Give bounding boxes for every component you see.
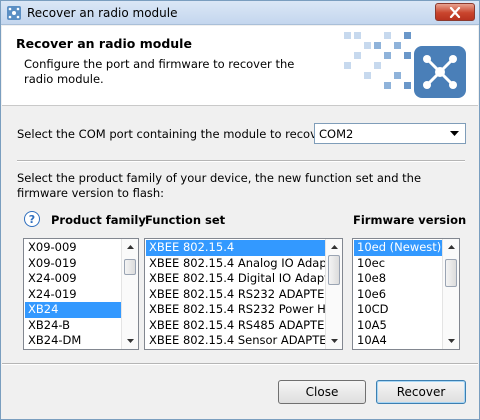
com-port-value: COM2 [319,127,354,141]
scroll-thumb[interactable] [124,259,136,275]
window-title: Recover an radio module [27,6,178,20]
close-icon [449,6,461,18]
function-set-header: Function set [145,213,226,227]
firmware-version-items: 10ed (Newest) 10ec 10e8 10e6 10CD 10A5 10A4 [354,240,442,349]
product-family-items: X09-009 X09-019 X24-009 X24-019 XB24 XB24-B XB… [25,240,121,349]
app-icon [7,6,21,20]
product-family-list[interactable]: X09-009 X09-019 X24-009 X24-019 XB24 XB24-B XB… [23,238,139,350]
radio-module-graphic [344,32,466,98]
list-item[interactable]: 10ec [354,256,442,272]
chevron-up-icon [126,245,134,249]
banner-title: Recover an radio module [16,36,192,51]
firmware-version-header: Firmware version [353,213,467,227]
chevron-up-icon [330,245,338,249]
scroll-thumb[interactable] [328,255,340,285]
list-item[interactable]: XBEE 802.15.4 [146,240,325,256]
separator [2,363,478,365]
product-family-header: Product family [51,213,146,227]
list-item[interactable]: XB24-B [25,318,121,334]
list-item[interactable]: XBEE 802.15.4 RS232 ADAPTER [146,287,332,303]
instructions-text: Select the product family of your device… [17,171,422,200]
separator [17,160,465,162]
com-port-select[interactable]: COM2 [314,123,466,144]
list-item[interactable]: 10ed (Newest) [354,240,442,256]
list-item[interactable]: X09-019 [25,256,121,272]
title-bar[interactable]: Recover an radio module [1,1,479,25]
list-item[interactable]: X24-009 [25,271,121,287]
scroll-down-button[interactable] [326,333,342,349]
scroll-down-button[interactable] [443,333,459,349]
recover-dialog: Recover an radio module Recover an radio… [0,0,480,420]
chevron-down-icon [126,339,134,343]
list-item[interactable]: 10CD [354,302,442,318]
chevron-up-icon [447,245,455,249]
firmware-version-list[interactable]: 10ed (Newest) 10ec 10e8 10e6 10CD 10A5 10A4 [352,238,460,350]
help-icon[interactable]: ? [24,211,40,227]
list-item[interactable]: XBEE 802.15.4 Digital IO Adapter [146,271,341,287]
recover-button[interactable]: Recover [376,380,466,404]
list-item[interactable]: X09-009 [25,240,121,256]
firmware-version-scrollbar[interactable] [442,239,459,349]
window-close-button[interactable] [435,3,475,21]
list-item[interactable]: 10A4 [354,333,442,349]
chevron-down-icon [450,131,459,136]
list-item[interactable]: XB24-DM [25,333,121,349]
list-item[interactable]: 10A5 [354,318,442,334]
chevron-down-icon [447,339,455,343]
list-item[interactable]: 10e6 [354,287,442,303]
list-item[interactable]: 10e8 [354,271,442,287]
banner-description: Configure the port and firmware to recov… [24,57,295,86]
header-banner: Recover an radio module Configure the po… [2,26,478,106]
scroll-up-button[interactable] [122,239,138,255]
function-set-scrollbar[interactable] [325,239,342,349]
product-family-scrollbar[interactable] [121,239,138,349]
list-item[interactable]: XBEE 802.15.4 Analog IO Adapter [146,256,342,272]
scroll-down-button[interactable] [122,333,138,349]
com-port-label: Select the COM port containing the modul… [17,127,333,141]
list-item[interactable]: X24-019 [25,287,121,303]
scroll-up-button[interactable] [443,239,459,255]
function-set-list[interactable]: XBEE 802.15.4 XBEE 802.15.4 Analog IO Ada… [144,238,343,350]
scroll-up-button[interactable] [326,239,342,255]
scroll-thumb[interactable] [445,259,457,287]
list-item[interactable]: XBEE 802.15.4 RS485 ADAPTER [146,318,332,334]
chevron-down-icon [330,339,338,343]
list-item[interactable]: XBEE 802.15.4 RS232 Power Harves [146,302,342,318]
close-button[interactable]: Close [278,380,366,404]
list-item[interactable]: XBEE 802.15.4 Sensor ADAPTER [146,333,335,349]
list-item[interactable]: XB24 [25,302,121,318]
function-set-items: XBEE 802.15.4 XBEE 802.15.4 Analog IO Ada… [146,240,342,349]
